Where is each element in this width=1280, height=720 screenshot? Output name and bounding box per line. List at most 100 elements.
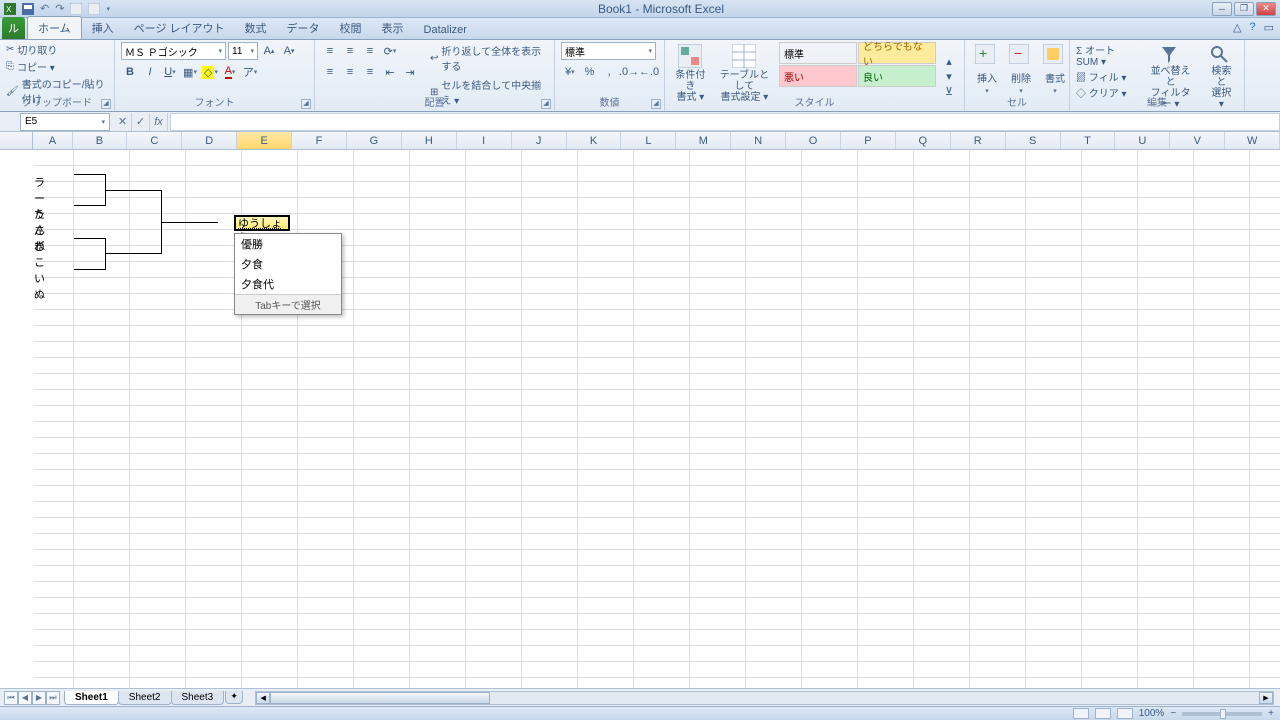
col-A[interactable]: A	[33, 132, 72, 149]
shrink-font-button[interactable]: A▾	[280, 42, 298, 60]
close-button[interactable]: ✕	[1256, 2, 1276, 16]
sheet-nav-next[interactable]: ▶	[32, 691, 46, 705]
sheet-nav-last[interactable]: ⏭	[46, 691, 60, 705]
copy-button[interactable]: ⎘コピー ▾	[6, 59, 108, 74]
align-center-button[interactable]: ≡	[341, 63, 359, 81]
col-Q[interactable]: Q	[896, 132, 951, 149]
col-V[interactable]: V	[1170, 132, 1225, 149]
tab-insert[interactable]: 挿入	[82, 17, 124, 39]
cancel-edit-button[interactable]: ✕	[114, 113, 132, 131]
ime-candidate-list[interactable]: 優勝 夕食 夕食代 Tabキーで選択	[234, 233, 342, 315]
col-P[interactable]: P	[841, 132, 896, 149]
style-good[interactable]: 良い	[858, 65, 936, 87]
tab-datalizer[interactable]: Datalizer	[414, 21, 477, 39]
select-all-corner[interactable]	[0, 132, 33, 149]
save-icon[interactable]	[22, 3, 34, 15]
tab-data[interactable]: データ	[277, 17, 330, 39]
col-O[interactable]: O	[786, 132, 841, 149]
undo-icon[interactable]: ↶	[40, 2, 49, 15]
orientation-button[interactable]: ⟳▾	[381, 42, 399, 60]
dialog-launcher-icon[interactable]: ◢	[101, 99, 111, 109]
sheet-tab[interactable]: Sheet1	[64, 691, 119, 705]
name-box[interactable]: E5▾	[20, 113, 110, 131]
col-I[interactable]: I	[457, 132, 512, 149]
comma-button[interactable]: ,	[600, 63, 618, 81]
col-K[interactable]: K	[567, 132, 622, 149]
qat-btn[interactable]	[88, 3, 100, 15]
percent-button[interactable]: %	[581, 63, 599, 81]
grow-font-button[interactable]: A▴	[260, 42, 278, 60]
zoom-level[interactable]: 100%	[1139, 708, 1165, 719]
indent-dec-button[interactable]: ⇤	[381, 63, 399, 81]
align-right-button[interactable]: ≡	[361, 63, 379, 81]
style-neutral[interactable]: どちらでもない	[858, 42, 936, 64]
zoom-thumb[interactable]	[1220, 709, 1226, 719]
view-normal-button[interactable]	[1073, 708, 1089, 719]
border-button[interactable]: ▦▾	[181, 63, 199, 81]
font-name-select[interactable]: ＭＳ Ｐゴシック▾	[121, 42, 226, 60]
gallery-down-icon[interactable]: ▾	[940, 70, 958, 84]
number-format-select[interactable]: 標準▾	[561, 42, 656, 60]
sheet-nav-first[interactable]: ⏮	[4, 691, 18, 705]
zoom-out-button[interactable]: −	[1170, 708, 1176, 719]
col-J[interactable]: J	[512, 132, 567, 149]
scroll-thumb[interactable]	[270, 692, 490, 704]
dec-decimal-button[interactable]: ←.0	[640, 63, 658, 81]
formula-input[interactable]	[170, 113, 1280, 131]
col-U[interactable]: U	[1115, 132, 1170, 149]
align-left-button[interactable]: ≡	[321, 63, 339, 81]
col-B[interactable]: B	[73, 132, 128, 149]
underline-button[interactable]: U▾	[161, 63, 179, 81]
style-standard[interactable]: 標準	[779, 42, 857, 64]
col-R[interactable]: R	[951, 132, 1006, 149]
style-bad[interactable]: 悪い	[779, 65, 857, 87]
zoom-slider[interactable]	[1182, 712, 1262, 716]
confirm-edit-button[interactable]: ✓	[132, 113, 150, 131]
dialog-launcher-icon[interactable]: ◢	[541, 99, 551, 109]
zoom-in-button[interactable]: +	[1268, 708, 1274, 719]
bold-button[interactable]: B	[121, 63, 139, 81]
minimize-button[interactable]: ─	[1212, 2, 1232, 16]
italic-button[interactable]: I	[141, 63, 159, 81]
col-C[interactable]: C	[127, 132, 182, 149]
col-S[interactable]: S	[1006, 132, 1061, 149]
qat-btn[interactable]	[70, 3, 82, 15]
sheet-nav-prev[interactable]: ◀	[18, 691, 32, 705]
gallery-up-icon[interactable]: ▴	[940, 55, 958, 69]
col-M[interactable]: M	[676, 132, 731, 149]
ime-candidate[interactable]: 夕食	[235, 254, 341, 274]
horizontal-scrollbar[interactable]: ◀ ▶	[255, 691, 1274, 705]
indent-inc-button[interactable]: ⇥	[401, 63, 419, 81]
tab-layout[interactable]: ページ レイアウト	[124, 17, 235, 39]
sheet-tab[interactable]: Sheet3	[171, 691, 225, 705]
currency-button[interactable]: ¥▾	[561, 63, 579, 81]
maximize-button[interactable]: ❐	[1234, 2, 1254, 16]
font-color-button[interactable]: A▾	[221, 63, 239, 81]
file-tab[interactable]: ル	[2, 17, 25, 39]
col-H[interactable]: H	[402, 132, 457, 149]
minimize-ribbon-icon[interactable]: △	[1233, 21, 1241, 34]
col-T[interactable]: T	[1061, 132, 1116, 149]
fx-button[interactable]: fx	[150, 113, 168, 131]
redo-icon[interactable]: ↷	[55, 2, 64, 15]
font-size-select[interactable]: 11▾	[228, 42, 258, 60]
view-layout-button[interactable]	[1095, 708, 1111, 719]
cut-button[interactable]: ✂切り取り	[6, 42, 108, 57]
phonetic-button[interactable]: ア▾	[241, 63, 259, 81]
ime-candidate[interactable]: 夕食代	[235, 274, 341, 294]
ime-candidate[interactable]: 優勝	[235, 234, 341, 254]
col-F[interactable]: F	[292, 132, 347, 149]
fill-color-button[interactable]: ◇▾	[201, 63, 219, 81]
active-cell[interactable]: ゆうしょう	[234, 215, 290, 231]
inc-decimal-button[interactable]: .0→	[620, 63, 638, 81]
align-top-button[interactable]: ≡	[321, 42, 339, 60]
align-middle-button[interactable]: ≡	[341, 42, 359, 60]
autosum-button[interactable]: Σ オート SUM ▾	[1076, 42, 1136, 68]
col-W[interactable]: W	[1225, 132, 1280, 149]
col-G[interactable]: G	[347, 132, 402, 149]
sheet-tab[interactable]: Sheet2	[118, 691, 172, 705]
dialog-launcher-icon[interactable]: ◢	[651, 99, 661, 109]
tab-formulas[interactable]: 数式	[235, 17, 277, 39]
window-options-icon[interactable]: ▭	[1264, 21, 1274, 34]
col-N[interactable]: N	[731, 132, 786, 149]
